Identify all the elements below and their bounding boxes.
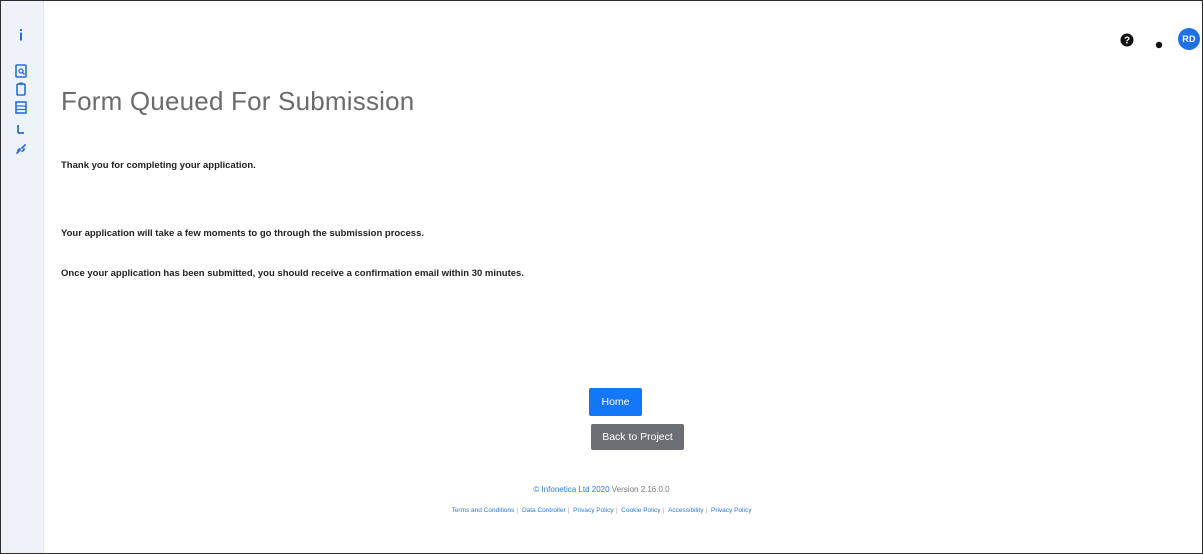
link-icon[interactable] [13, 142, 29, 158]
footer-link-terms[interactable]: Terms and Conditions [452, 507, 515, 514]
footer-separator: | [516, 507, 519, 514]
footer-copyright-line: © Infonetica Ltd 2020 Version 2.16.0.0 [0, 485, 1203, 494]
footer-link-accessibility[interactable]: Accessibility [668, 507, 703, 514]
building-icon[interactable] [13, 99, 29, 115]
home-button[interactable]: Home [589, 388, 642, 416]
back-to-project-button[interactable]: Back to Project [591, 424, 684, 450]
document-search-icon[interactable] [13, 63, 29, 79]
sidebar [1, 1, 44, 553]
clipboard-icon[interactable] [13, 81, 29, 97]
footer-link-data-controller[interactable]: Data Controller [522, 507, 566, 514]
footer-link-privacy[interactable]: Privacy Policy [573, 507, 613, 514]
footer-link-privacy-2[interactable]: Privacy Policy [711, 507, 751, 514]
footer-separator: | [705, 507, 708, 514]
help-circle-icon[interactable]: ? [1120, 33, 1134, 47]
chart-icon[interactable] [13, 121, 29, 137]
info-icon[interactable] [13, 27, 29, 43]
version-text: Version 2.16.0.0 [611, 485, 670, 494]
thank-you-message: Thank you for completing your applicatio… [61, 160, 256, 171]
footer-separator: | [662, 507, 665, 514]
avatar[interactable]: RD [1178, 28, 1200, 50]
confirmation-message: Once your application has been submitted… [61, 268, 524, 279]
copyright-link[interactable]: © Infonetica Ltd 2020 [533, 485, 609, 494]
page-title: Form Queued For Submission [61, 86, 415, 116]
footer-link-cookie[interactable]: Cookie Policy [621, 507, 660, 514]
footer-separator: | [615, 507, 618, 514]
footer-links: Terms and Conditions | Data Controller | P… [0, 507, 1203, 514]
footer-separator: | [567, 507, 570, 514]
svg-text:?: ? [1124, 36, 1130, 47]
processing-message: Your application will take a few moments… [61, 228, 424, 239]
dot-icon[interactable] [1155, 36, 1163, 49]
